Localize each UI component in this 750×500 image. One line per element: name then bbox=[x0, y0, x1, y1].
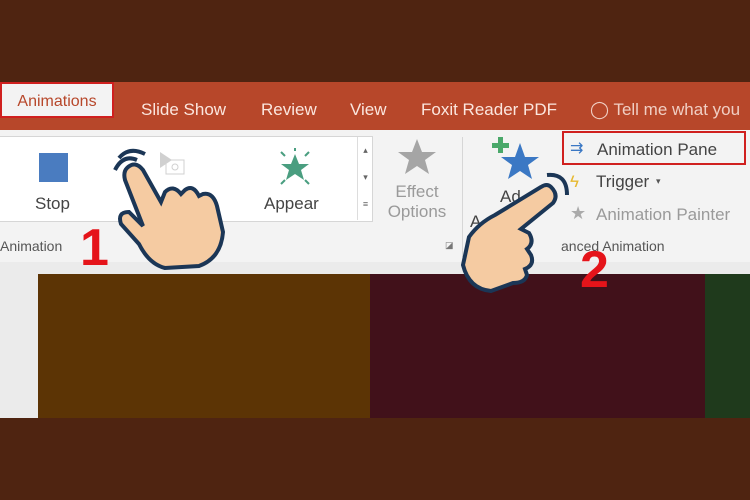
tell-me-text: Tell me what you bbox=[613, 100, 741, 119]
trigger-button[interactable]: ϟ Trigger ▾ bbox=[570, 170, 680, 196]
group-label-animation: Animation bbox=[0, 238, 63, 254]
animation-pane-label: Animation Pane bbox=[597, 140, 718, 159]
animation-pane-icon: ⇉ bbox=[570, 140, 584, 157]
stop-icon bbox=[39, 153, 68, 182]
dialog-launcher-icon[interactable]: ◪ bbox=[445, 240, 454, 251]
animation-painter-button[interactable]: ★ Animation Painter bbox=[570, 203, 745, 229]
stop-label: Stop bbox=[35, 194, 70, 213]
animation-painter-label: Animation Painter bbox=[596, 205, 731, 224]
tab-view[interactable]: View bbox=[350, 82, 387, 130]
appear-label: Appear bbox=[264, 194, 319, 213]
tab-animations[interactable]: Animations bbox=[0, 82, 114, 118]
slide-thumbnail[interactable] bbox=[370, 274, 705, 418]
appear-star-icon bbox=[280, 148, 310, 185]
slide-thumbnail[interactable] bbox=[38, 274, 370, 418]
trigger-label: Trigger bbox=[596, 172, 650, 191]
gallery-scroll[interactable]: ▴ ▾ ≡ bbox=[357, 137, 373, 220]
effect-options-button[interactable]: Effect Options bbox=[382, 137, 452, 237]
chevron-down-icon: ▾ bbox=[656, 176, 661, 186]
animation-pane-button[interactable]: ⇉ Animation Pane bbox=[562, 131, 746, 165]
pointing-hand-icon bbox=[113, 148, 226, 271]
tab-slide-show[interactable]: Slide Show bbox=[141, 82, 226, 130]
slide-thumbnail[interactable] bbox=[705, 274, 750, 418]
tell-me-search[interactable]: ◯ Tell me what you bbox=[590, 82, 740, 130]
pointing-hand-icon bbox=[460, 172, 569, 294]
options-label: Options bbox=[387, 202, 447, 221]
stop-button[interactable]: Stop bbox=[20, 145, 86, 220]
lightbulb-icon: ◯ bbox=[590, 100, 610, 119]
effect-star-icon bbox=[398, 139, 436, 174]
ribbon-tab-bar: Animations Slide Show Review View Foxit … bbox=[0, 82, 750, 130]
effect-label: Effect bbox=[395, 182, 439, 201]
appear-button[interactable]: Appear bbox=[260, 145, 330, 220]
tab-foxit-reader-pdf[interactable]: Foxit Reader PDF bbox=[421, 82, 557, 130]
tab-review[interactable]: Review bbox=[261, 82, 317, 130]
